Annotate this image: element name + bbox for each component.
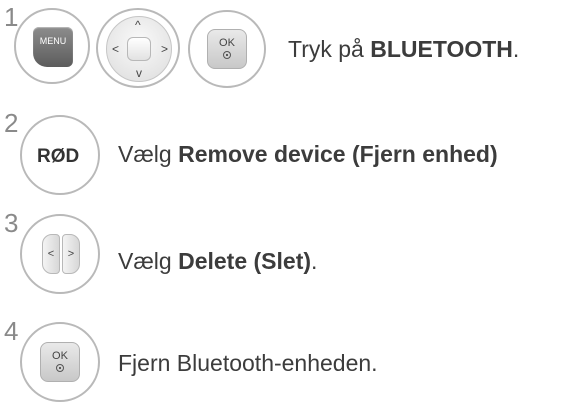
step-3-instruction: Vælg Delete (Slet).: [118, 248, 318, 274]
ok-button-circle: OK: [20, 322, 100, 402]
arrow-left-icon[interactable]: <: [112, 43, 119, 55]
red-button-circle: RØD: [20, 115, 100, 195]
arrow-up-icon[interactable]: ^: [135, 19, 141, 31]
step-4-instruction: Fjern Bluetooth-enheden.: [118, 350, 378, 376]
left-right-button-circle: < >: [20, 214, 100, 294]
nav-button-circle: ^ v < >: [96, 8, 180, 88]
navigation-pad[interactable]: ^ v < >: [106, 16, 172, 82]
arrow-right-icon[interactable]: >: [161, 43, 168, 55]
ok-key[interactable]: OK: [207, 29, 247, 69]
ok-key[interactable]: OK: [40, 342, 80, 382]
ok-dot-icon: [56, 364, 64, 372]
arrow-down-icon[interactable]: v: [136, 67, 142, 79]
step-number: 4: [4, 316, 19, 346]
menu-button-circle: MENU: [14, 8, 90, 84]
red-key-label[interactable]: RØD: [37, 147, 79, 166]
step-number: 1: [4, 2, 19, 32]
menu-key[interactable]: MENU: [33, 27, 73, 67]
left-key[interactable]: <: [42, 234, 60, 274]
pad-center-button[interactable]: [127, 37, 151, 61]
step-number: 3: [4, 208, 19, 238]
ok-button-circle: OK: [188, 10, 266, 88]
right-key[interactable]: >: [62, 234, 80, 274]
ok-dot-icon: [223, 51, 231, 59]
step-1-instruction: Tryk på BLUETOOTH.: [288, 36, 520, 62]
step-number: 2: [4, 108, 19, 138]
step-2-instruction: Vælg Remove device (Fjern enhed): [118, 141, 498, 167]
